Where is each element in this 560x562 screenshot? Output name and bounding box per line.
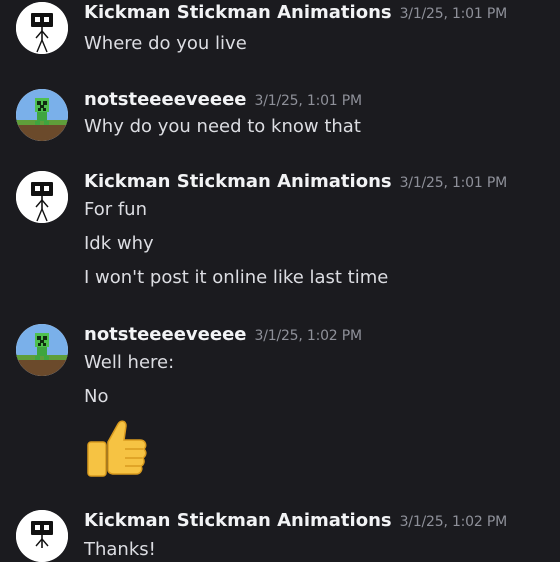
message-text: No bbox=[84, 386, 109, 407]
author-name[interactable]: Kickman Stickman Animations bbox=[84, 171, 392, 192]
creeper-icon bbox=[16, 324, 68, 376]
creeper-avatar[interactable] bbox=[16, 89, 68, 141]
message-text: Idk why bbox=[84, 233, 154, 254]
stickman-avatar[interactable] bbox=[16, 510, 68, 562]
message-text: I won't post it online like last time bbox=[84, 267, 389, 288]
author-name[interactable]: notsteeeeveeee bbox=[84, 89, 247, 110]
message-text: Thanks! bbox=[84, 539, 156, 560]
timestamp: 3/1/25, 1:01 PM bbox=[399, 175, 508, 191]
creeper-avatar[interactable] bbox=[16, 324, 68, 376]
message-text: For fun bbox=[84, 199, 147, 220]
message-header: Kickman Stickman Animations 3/1/25, 1:01 … bbox=[84, 171, 507, 197]
stickman-icon bbox=[16, 171, 68, 223]
message-header: Kickman Stickman Animations 3/1/25, 1:02 … bbox=[84, 510, 507, 536]
message-text: Where do you live bbox=[84, 33, 247, 54]
author-name[interactable]: notsteeeeveeee bbox=[84, 324, 247, 345]
message-header: notsteeeeveeee 3/1/25, 1:02 PM bbox=[84, 324, 362, 350]
stickman-icon bbox=[16, 2, 68, 54]
author-name[interactable]: Kickman Stickman Animations bbox=[84, 510, 392, 531]
creeper-icon bbox=[16, 89, 68, 141]
message-header: notsteeeeveeee 3/1/25, 1:01 PM bbox=[84, 89, 362, 115]
stickman-avatar[interactable] bbox=[16, 171, 68, 223]
timestamp: 3/1/25, 1:02 PM bbox=[254, 328, 363, 344]
thumbs-up-emoji[interactable] bbox=[84, 414, 150, 484]
timestamp: 3/1/25, 1:01 PM bbox=[254, 93, 363, 109]
stickman-avatar[interactable] bbox=[16, 2, 68, 54]
message-text: Why do you need to know that bbox=[84, 116, 361, 137]
timestamp: 3/1/25, 1:02 PM bbox=[399, 514, 508, 530]
message-header: Kickman Stickman Animations 3/1/25, 1:01 … bbox=[84, 2, 507, 28]
stickman-icon bbox=[16, 510, 68, 562]
message-text: Well here: bbox=[84, 352, 175, 373]
timestamp: 3/1/25, 1:01 PM bbox=[399, 6, 508, 22]
author-name[interactable]: Kickman Stickman Animations bbox=[84, 2, 392, 23]
thumbs-up-icon bbox=[87, 420, 147, 477]
